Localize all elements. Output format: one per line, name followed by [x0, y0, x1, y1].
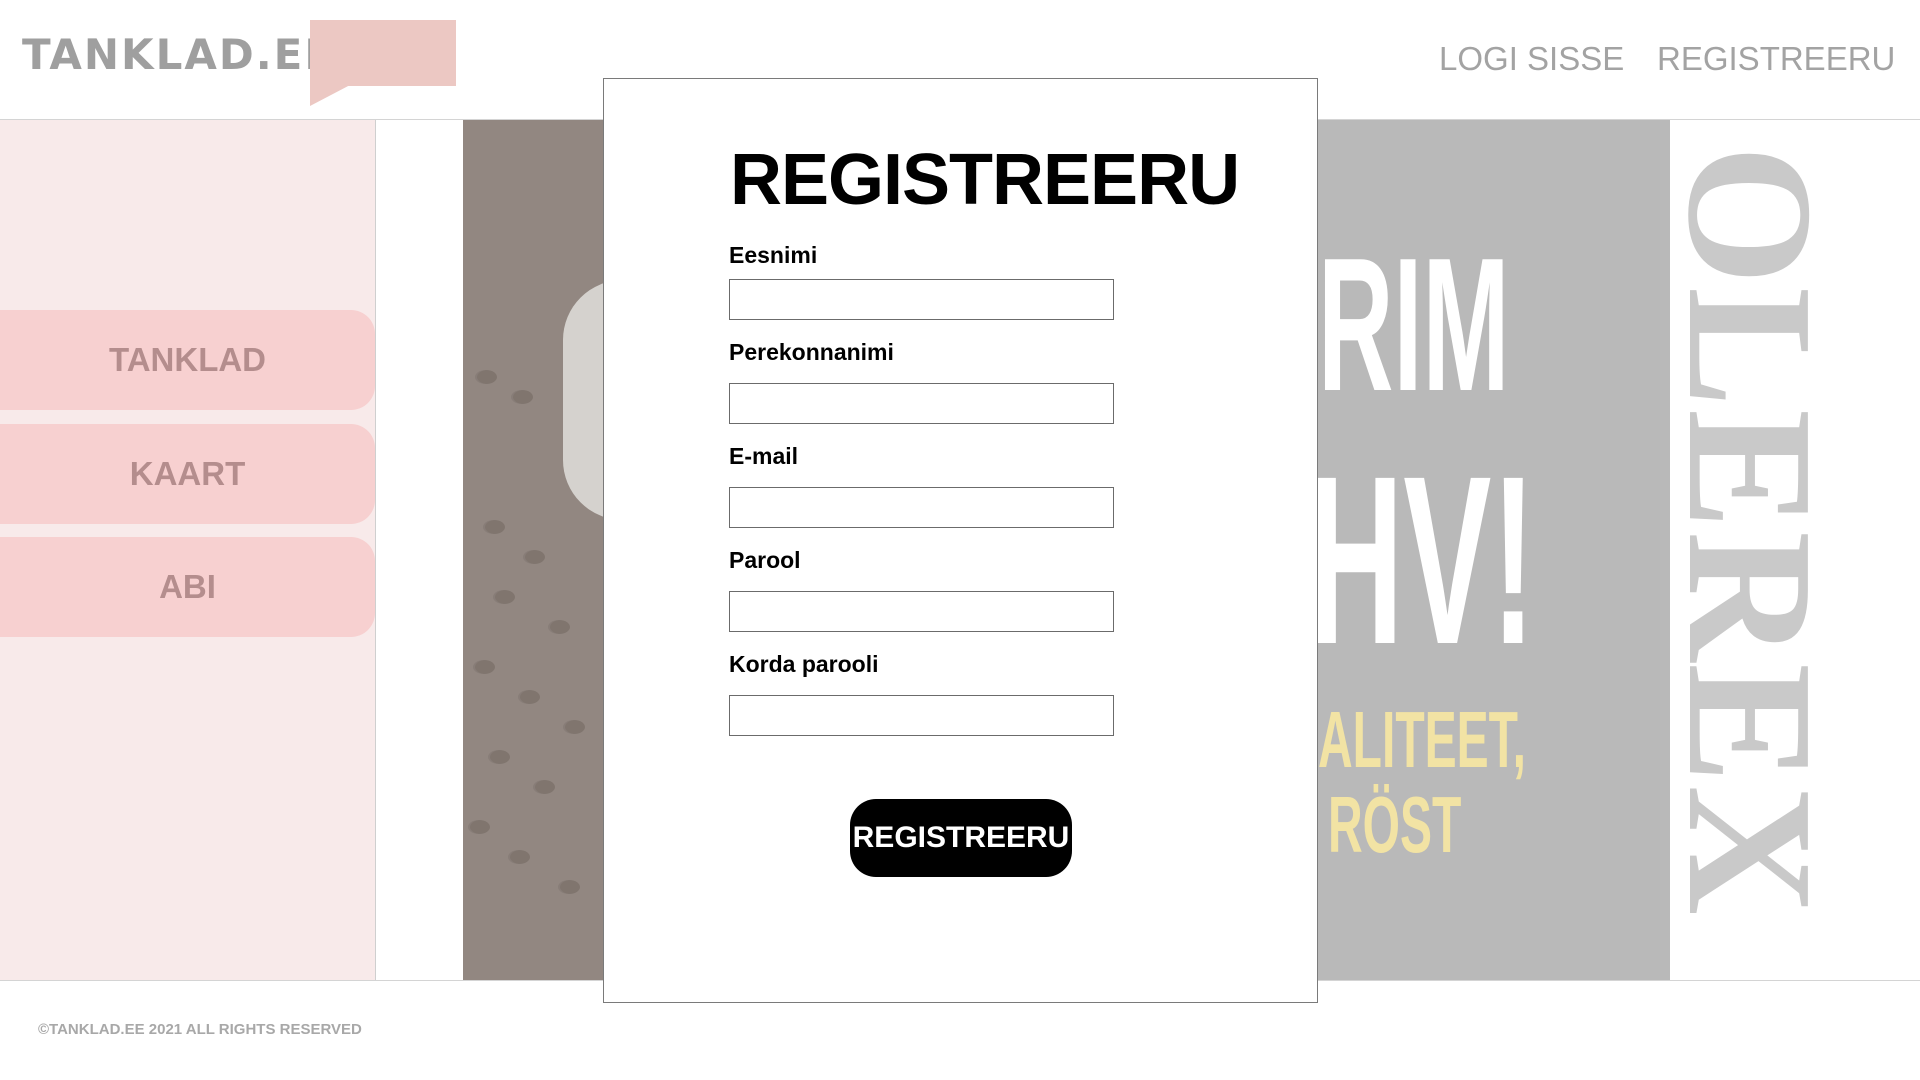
brand-banner: OLEREX [1670, 120, 1920, 980]
register-link[interactable]: REGISTREERU [1657, 40, 1895, 78]
olerex-brand-logo: OLEREX [1670, 145, 1850, 918]
last-name-field[interactable] [729, 383, 1114, 424]
sidebar-item-kaart[interactable]: KAART [0, 424, 375, 524]
promo-banner: RIM HV! ALITEET, RÖST [1318, 120, 1670, 980]
password-field[interactable] [729, 591, 1114, 632]
last-name-label: Perekonnanimi [729, 339, 894, 365]
coffee-image-overlay [463, 120, 603, 980]
repeat-password-field[interactable] [729, 695, 1114, 736]
site-logo[interactable]: TANKLAD.EE [22, 30, 335, 79]
modal-title: REGISTREERU [730, 140, 1240, 220]
coffee-promo-image [463, 120, 603, 980]
first-name-label: Eesnimi [729, 242, 818, 268]
first-name-field[interactable] [729, 279, 1114, 320]
email-label: E-mail [729, 443, 799, 469]
copyright-text: ©TANKLAD.EE 2021 ALL RIGHTS RESERVED [38, 1021, 362, 1038]
promo-text-line: RÖST [1328, 780, 1462, 869]
sidebar-item-abi[interactable]: ABI [0, 537, 375, 637]
email-field[interactable] [729, 487, 1114, 528]
sidebar-item-tanklad[interactable]: TANKLAD [0, 310, 375, 410]
registration-modal: REGISTREERU Eesnimi Perekonnanimi E-mail… [603, 78, 1318, 1003]
sidebar: TANKLAD KAART ABI [0, 120, 376, 980]
login-link[interactable]: LOGI SISSE [1439, 40, 1624, 78]
promo-text-line: ALITEET, [1318, 695, 1527, 784]
register-submit-button[interactable]: REGISTREERU [850, 799, 1072, 877]
repeat-password-label: Korda parooli [729, 651, 879, 677]
promo-text-line: HV! [1318, 426, 1536, 694]
promo-text-line: RIM [1318, 219, 1510, 431]
logo-speech-bubble-tail [310, 84, 352, 106]
password-label: Parool [729, 547, 801, 573]
logo-speech-bubble-icon [310, 20, 456, 86]
